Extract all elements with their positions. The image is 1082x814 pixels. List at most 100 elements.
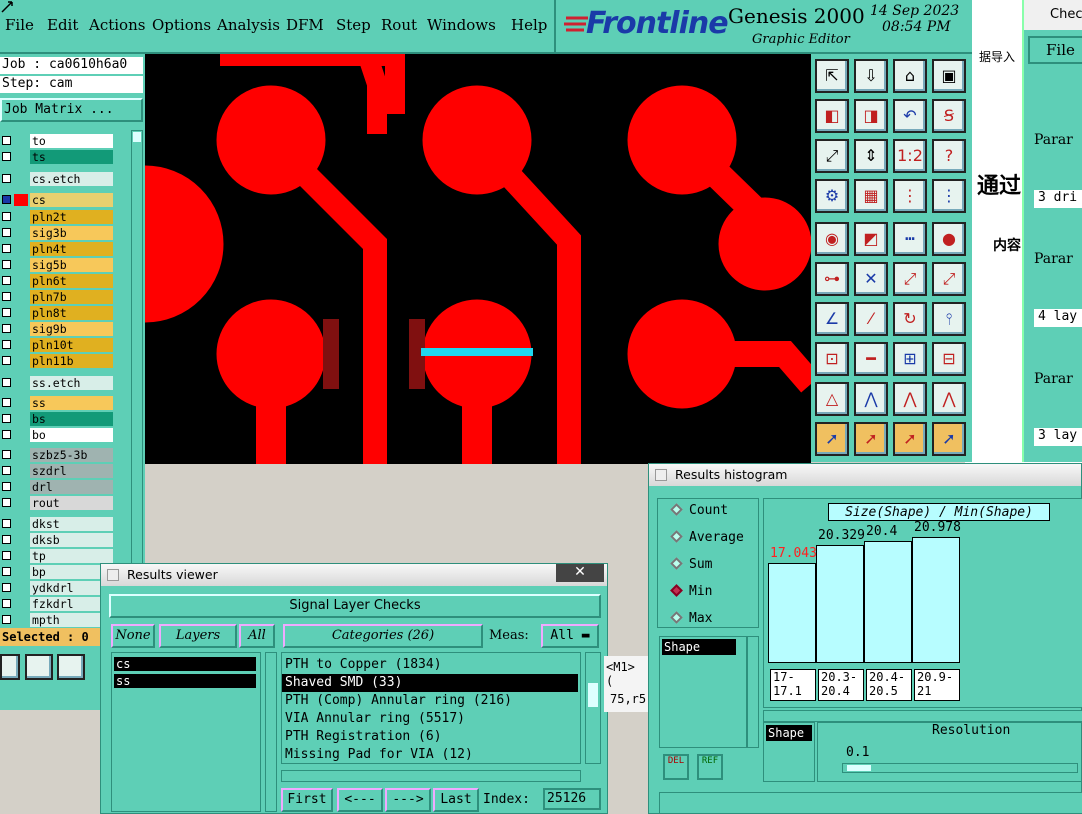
layer-checkbox[interactable] <box>2 324 11 333</box>
layer-row[interactable]: dkst <box>0 517 145 531</box>
layer-checkbox[interactable] <box>2 535 11 544</box>
pcb-canvas[interactable] <box>145 54 811 464</box>
scroll-up-icon[interactable] <box>133 132 141 142</box>
resolution-slider[interactable] <box>842 763 1078 773</box>
menu-file[interactable]: File <box>5 16 34 34</box>
tool-pad-icon[interactable]: ◉ <box>815 222 849 256</box>
mode-radio-max[interactable]: Max <box>670 611 712 626</box>
layer-row[interactable]: pln6t <box>0 274 145 288</box>
menu-step[interactable]: Step <box>336 16 371 34</box>
category-item[interactable]: PTH to Copper (1834) <box>282 656 578 674</box>
tool-link-icon[interactable]: ⤢ <box>893 262 927 296</box>
check-file-menu[interactable]: File <box>1028 36 1082 64</box>
tool-pointer2-icon[interactable]: ➚ <box>854 422 888 456</box>
tool-right-icon[interactable]: ◨ <box>854 99 888 133</box>
tool-box-icon[interactable]: ⊞ <box>893 342 927 376</box>
tool-link2-icon[interactable]: ⤢ <box>932 262 966 296</box>
layer-name[interactable]: drl <box>30 480 113 494</box>
tool-wrench-icon[interactable]: ⚙ <box>815 179 849 213</box>
layer-checkbox[interactable] <box>2 260 11 269</box>
category-item[interactable]: Shaved SMD (33) <box>282 674 578 692</box>
layer-checkbox[interactable] <box>2 152 11 161</box>
tool-net-icon[interactable]: ⋮ <box>893 179 927 213</box>
layer-row[interactable]: sig3b <box>0 226 145 240</box>
layer-row[interactable]: pln7b <box>0 290 145 304</box>
layer-row[interactable]: ss <box>0 396 145 410</box>
layer-name[interactable]: pln10t <box>30 338 113 352</box>
next-button[interactable]: ---> <box>385 788 431 812</box>
tool-home-icon[interactable]: ⇱ <box>815 59 849 93</box>
layer-checkbox[interactable] <box>2 482 11 491</box>
tool-ruler-icon[interactable]: ┅ <box>893 222 927 256</box>
layer-row[interactable]: to <box>0 134 145 148</box>
layer-row[interactable]: sig9b <box>0 322 145 336</box>
layer-checkbox[interactable] <box>2 378 11 387</box>
tool-grid-icon[interactable] <box>57 654 85 680</box>
layer-row[interactable]: szdrl <box>0 464 145 478</box>
layer-checkbox[interactable] <box>2 551 11 560</box>
layer-row[interactable]: dksb <box>0 533 145 547</box>
tool-grid-icon[interactable]: ▦ <box>854 179 888 213</box>
layer-name[interactable]: ss <box>30 396 113 410</box>
layer-row[interactable]: cs.etch <box>0 172 145 186</box>
tool-scale-icon[interactable]: 1:2 <box>893 139 927 173</box>
layer-name[interactable]: rout <box>30 496 113 510</box>
layer-row[interactable]: tp <box>0 549 145 563</box>
histogram-bar[interactable] <box>768 563 816 663</box>
layer-checkbox[interactable] <box>2 414 11 423</box>
shape-list[interactable]: Shape <box>659 636 747 748</box>
layer-checkbox[interactable] <box>2 567 11 576</box>
menu-rout[interactable]: Rout <box>381 16 417 34</box>
category-hscrollbar[interactable] <box>281 770 581 782</box>
layer-name[interactable]: ts <box>30 150 113 164</box>
layer-checkbox[interactable] <box>2 466 11 475</box>
layer-name[interactable]: to <box>30 134 113 148</box>
last-button[interactable]: Last <box>433 788 479 812</box>
layer-row[interactable]: szbz5-3b <box>0 448 145 462</box>
layer-row[interactable]: drl <box>0 480 145 494</box>
layer-name[interactable]: cs <box>30 193 113 207</box>
tool-fit-icon[interactable]: ⤢ <box>815 139 849 173</box>
layer-checkbox[interactable] <box>2 599 11 608</box>
del-button[interactable]: DEL <box>663 754 689 780</box>
category-item[interactable]: VIA Annular ring (5517) <box>282 710 578 728</box>
tool-angle-icon[interactable]: ∠ <box>815 302 849 336</box>
menu-dfm[interactable]: DFM <box>286 16 324 34</box>
layer-row[interactable]: bo <box>0 428 145 442</box>
layer-name[interactable]: pln6t <box>30 274 113 288</box>
layers-button[interactable]: Layers <box>159 624 237 648</box>
tool-undo-icon[interactable]: ↶ <box>893 99 927 133</box>
tool-arc3-icon[interactable]: ⋀ <box>932 382 966 416</box>
layer-row[interactable]: sig5b <box>0 258 145 272</box>
layer-row[interactable]: ss.etch <box>0 376 145 390</box>
tool-minus-icon[interactable]: ━ <box>854 342 888 376</box>
layer-name[interactable]: pln2t <box>30 210 113 224</box>
tool-net2-icon[interactable]: ⋮ <box>932 179 966 213</box>
tool-select-icon[interactable]: ◩ <box>854 222 888 256</box>
layer-checkbox[interactable] <box>2 398 11 407</box>
none-button[interactable]: None <box>111 624 155 648</box>
layer-name[interactable]: sig9b <box>30 322 113 336</box>
layer-checkbox[interactable] <box>2 228 11 237</box>
tool-pointer-icon[interactable]: ➚ <box>815 422 849 456</box>
tool-pointer3-icon[interactable]: ➚ <box>893 422 927 456</box>
layer-checkbox[interactable] <box>2 450 11 459</box>
layer-name[interactable]: sig5b <box>30 258 113 272</box>
layer-name[interactable]: pln11b <box>30 354 113 368</box>
tool-zoom-icon[interactable] <box>0 654 20 680</box>
menu-actions[interactable]: Actions <box>89 16 145 34</box>
layer-checkbox[interactable] <box>2 292 11 301</box>
tool-pointer4-icon[interactable]: ➚ <box>932 422 966 456</box>
layer-name[interactable]: sig3b <box>30 226 113 240</box>
tool-dot-icon[interactable]: ● <box>932 222 966 256</box>
menu-windows[interactable]: Windows <box>427 16 496 34</box>
layer-checkbox[interactable] <box>2 498 11 507</box>
layer-row[interactable]: cs <box>0 193 145 207</box>
layer-row[interactable]: pln2t <box>0 210 145 224</box>
tool-cross-icon[interactable]: ✕ <box>854 262 888 296</box>
tool-house-icon[interactable]: ⌂ <box>893 59 927 93</box>
histogram-bar[interactable] <box>864 541 912 663</box>
meas-select[interactable]: All ▬ <box>541 624 599 648</box>
menu-help[interactable]: Help <box>511 16 547 34</box>
layer-row[interactable]: pln8t <box>0 306 145 320</box>
